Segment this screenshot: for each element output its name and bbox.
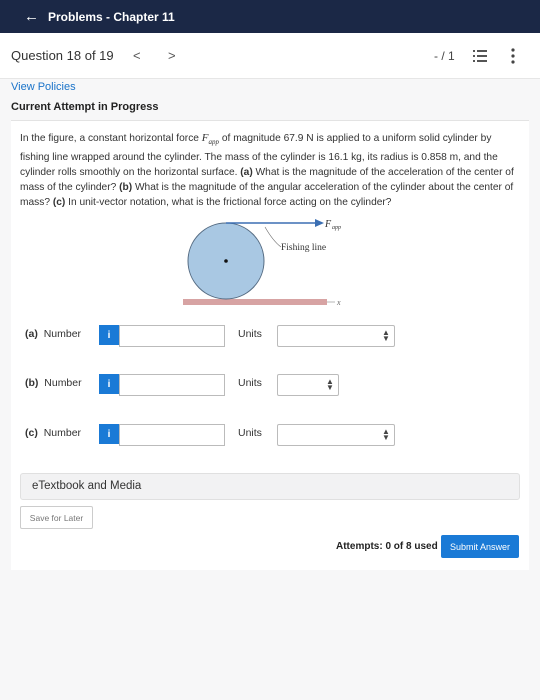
cylinder-figure: F app Fishing line x [183, 219, 341, 307]
units-label-b: Units [238, 377, 262, 389]
attempts-counter: Attempts: 0 of 8 used [336, 541, 438, 552]
answer-label-b: (b) Number [25, 377, 82, 389]
question-counter: Question 18 of 19 [11, 48, 114, 63]
question-score: - / 1 [434, 48, 455, 63]
info-icon[interactable]: i [99, 424, 119, 444]
top-bar: ← Problems - Chapter 11 [0, 0, 540, 33]
units-select-c[interactable]: ▲ ▼ [277, 424, 395, 446]
units-label-a: Units [238, 328, 262, 340]
number-input-b[interactable] [119, 374, 225, 396]
chapter-title: Problems - Chapter 11 [48, 9, 175, 24]
select-chevron-icon: ▲ ▼ [382, 328, 390, 343]
answer-label-a: (a) Number [25, 328, 82, 340]
select-chevron-icon: ▲ ▼ [382, 427, 390, 442]
etextbook-media-section[interactable]: eTextbook and Media [20, 473, 520, 500]
previous-question-button[interactable]: < [133, 48, 141, 63]
number-input-c[interactable] [119, 424, 225, 446]
units-select-b[interactable]: ▲ ▼ [277, 374, 339, 396]
answer-label-c: (c) Number [25, 427, 82, 439]
units-select-a[interactable]: ▲ ▼ [277, 325, 395, 347]
arrow-left-icon[interactable]: ← [24, 8, 39, 25]
force-arrow-head [315, 219, 324, 227]
cylinder-center [224, 259, 228, 263]
ground-surface [183, 299, 327, 305]
save-for-later-button[interactable]: Save for Later [20, 506, 93, 529]
attempt-status: Current Attempt in Progress [11, 101, 159, 113]
question-card: In the figure, a constant horizontal for… [11, 120, 529, 570]
select-chevron-icon: ▲ ▼ [326, 377, 334, 392]
x-axis-label: x [336, 298, 341, 307]
units-label-c: Units [238, 427, 262, 439]
label-leader-line [264, 226, 282, 248]
info-icon[interactable]: i [99, 374, 119, 394]
info-icon[interactable]: i [99, 325, 119, 345]
fishing-line-label: Fishing line [281, 243, 326, 253]
list-icon[interactable] [473, 49, 487, 63]
kebab-menu-icon[interactable] [510, 48, 516, 64]
number-input-a[interactable] [119, 325, 225, 347]
question-bar: Question 18 of 19 < > - / 1 [0, 33, 540, 79]
force-label: F [324, 219, 332, 230]
view-policies-link[interactable]: View Policies [11, 81, 76, 93]
svg-text:app: app [332, 225, 341, 231]
force-symbol: F [201, 132, 209, 144]
submit-answer-button[interactable]: Submit Answer [441, 535, 519, 558]
problem-text: In the figure, a constant horizontal for… [20, 132, 514, 209]
next-question-button[interactable]: > [168, 48, 176, 63]
